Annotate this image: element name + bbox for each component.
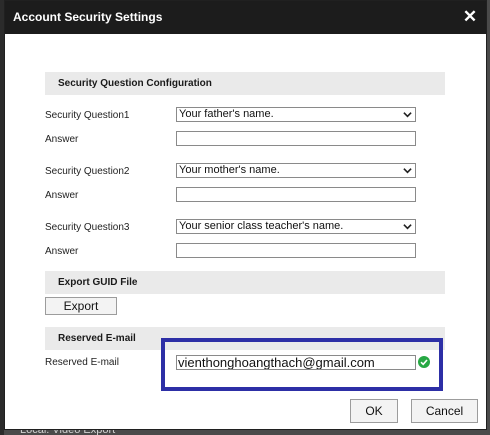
cancel-button[interactable]: Cancel xyxy=(411,399,478,423)
chevron-down-icon xyxy=(403,168,412,174)
reserved-email-label: Reserved E-mail xyxy=(45,357,119,368)
chevron-down-icon xyxy=(403,112,412,118)
security-question1-value: Your father's name. xyxy=(179,108,274,120)
security-question2-select[interactable]: Your mother's name. xyxy=(176,163,416,178)
security-question3-value: Your senior class teacher's name. xyxy=(179,220,344,232)
account-security-dialog: Account Security Settings ✕ Security Que… xyxy=(4,0,487,430)
answer2-input[interactable] xyxy=(176,187,416,202)
answer1-label: Answer xyxy=(45,134,79,145)
answer3-label: Answer xyxy=(45,246,79,257)
dialog-titlebar: Account Security Settings ✕ xyxy=(5,1,486,34)
dialog-title: Account Security Settings xyxy=(13,10,163,24)
section-export-guid: Export GUID File xyxy=(45,271,445,294)
check-circle-icon xyxy=(418,356,430,368)
security-question1-select[interactable]: Your father's name. xyxy=(176,107,416,122)
security-question3-label: Security Question3 xyxy=(45,222,130,233)
ok-button[interactable]: OK xyxy=(350,399,398,423)
chevron-down-icon xyxy=(403,224,412,230)
export-button[interactable]: Export xyxy=(45,297,117,315)
security-question2-label: Security Question2 xyxy=(45,166,130,177)
answer1-input[interactable] xyxy=(176,131,416,146)
answer3-input[interactable] xyxy=(176,243,416,258)
section-security-questions: Security Question Configuration xyxy=(45,72,445,95)
answer2-label: Answer xyxy=(45,190,79,201)
reserved-email-input[interactable]: vienthonghoangthach@gmail.com xyxy=(176,355,416,370)
security-question2-value: Your mother's name. xyxy=(179,164,280,176)
security-question1-label: Security Question1 xyxy=(45,110,130,121)
security-question3-select[interactable]: Your senior class teacher's name. xyxy=(176,219,416,234)
close-icon[interactable]: ✕ xyxy=(460,6,480,28)
